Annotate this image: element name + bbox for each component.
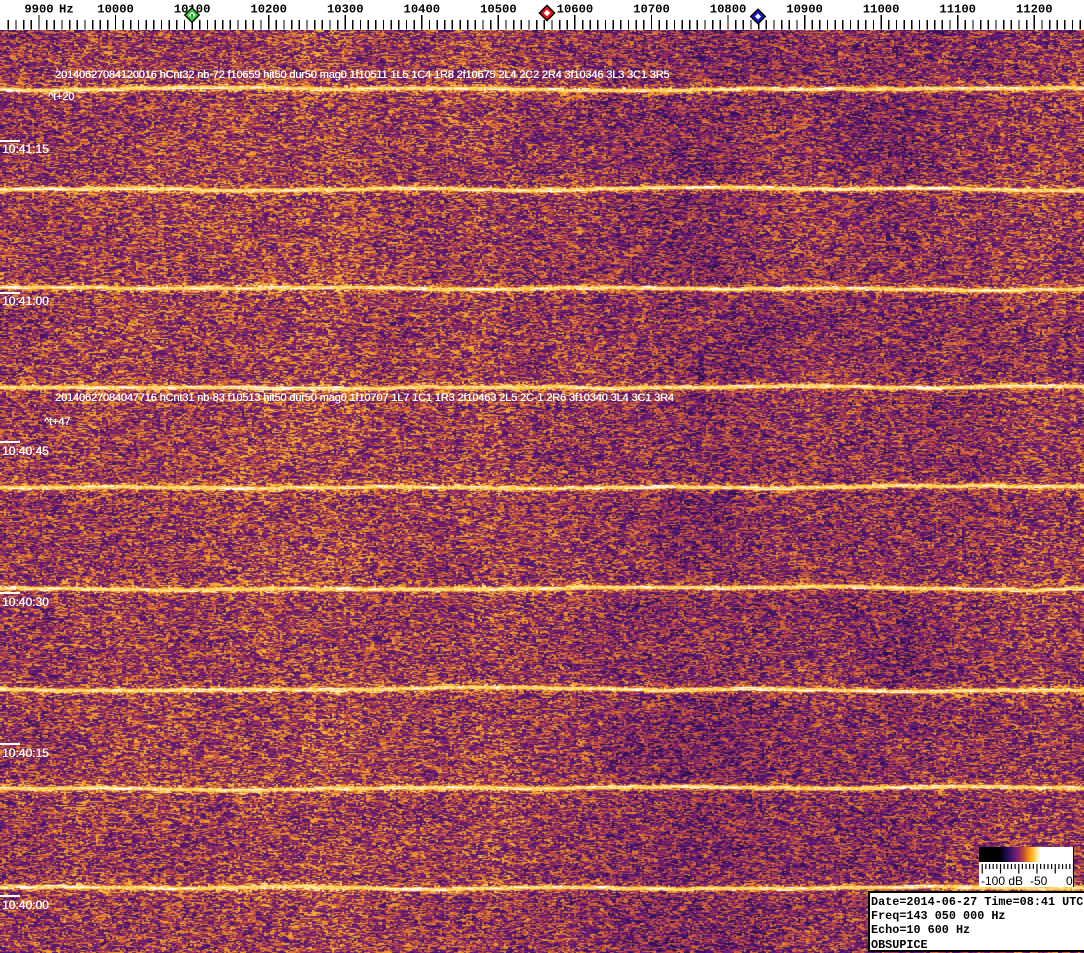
svg-text:10800: 10800 [710, 3, 747, 17]
svg-text:10900: 10900 [786, 3, 823, 17]
svg-text:10200: 10200 [250, 3, 287, 17]
svg-text:10600: 10600 [557, 3, 594, 17]
svg-text:10000: 10000 [97, 3, 134, 17]
svg-text:11100: 11100 [939, 3, 976, 17]
svg-text:10700: 10700 [633, 3, 670, 17]
svg-text:10300: 10300 [327, 3, 364, 17]
svg-text:Hz: Hz [59, 3, 74, 17]
svg-text:9900: 9900 [24, 3, 53, 17]
svg-text:11200: 11200 [1016, 3, 1053, 17]
svg-text:10400: 10400 [404, 3, 441, 17]
svg-text:11000: 11000 [863, 3, 900, 17]
svg-text:10500: 10500 [480, 3, 517, 17]
